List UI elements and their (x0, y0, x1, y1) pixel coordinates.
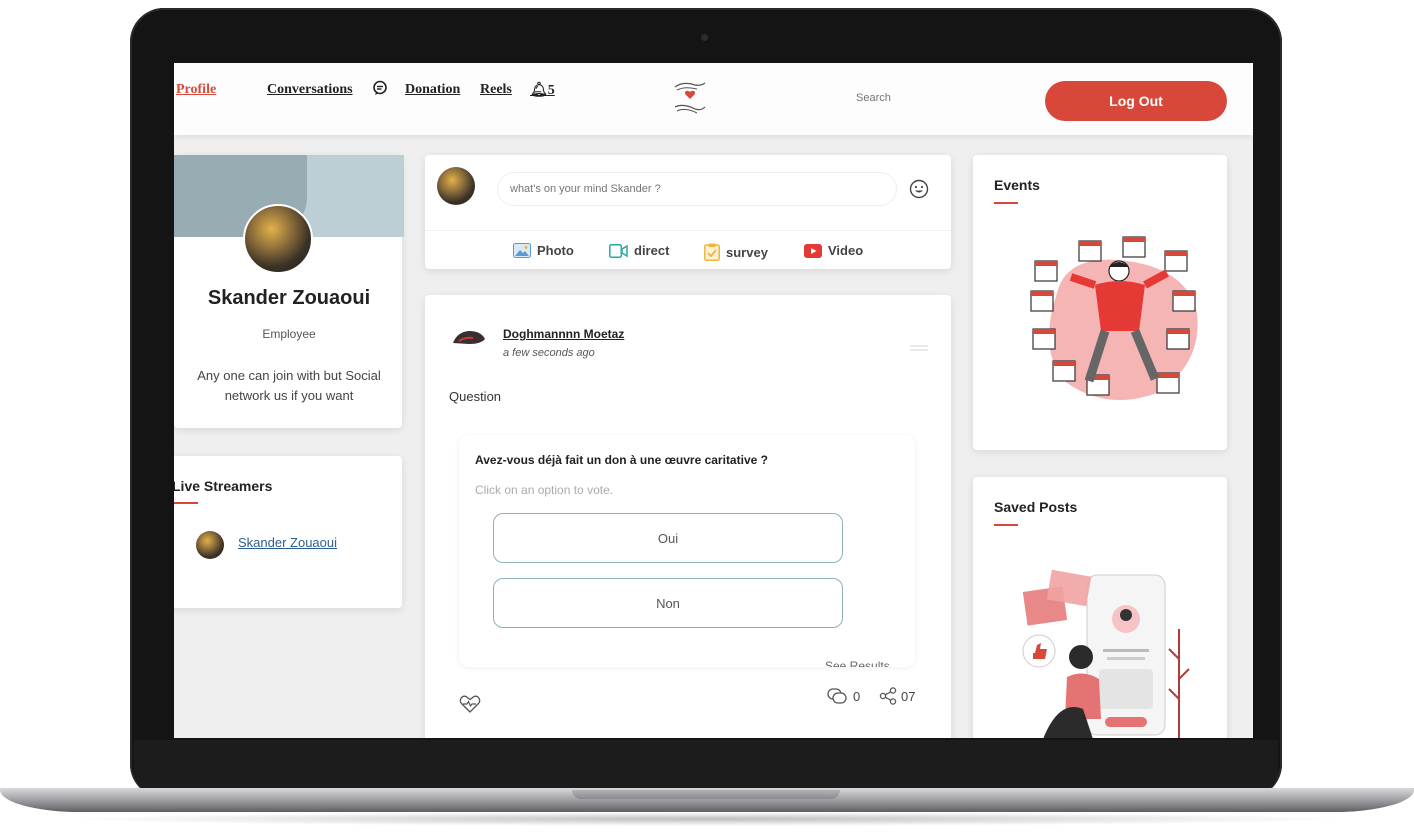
post-menu-icon[interactable] (909, 339, 929, 357)
profile-avatar[interactable] (243, 204, 313, 274)
nav-conversations-link[interactable]: Conversations (267, 82, 353, 98)
charity-logo[interactable] (669, 77, 711, 124)
laptop-shadow (60, 812, 1354, 826)
emoji-icon[interactable] (909, 179, 929, 204)
profile-name: Skander Zouaoui (207, 287, 371, 309)
search-input[interactable] (854, 91, 978, 105)
direct-label: direct (634, 243, 670, 258)
saved-posts-title: Saved Posts (994, 499, 1078, 515)
saved-posts-illustration (1003, 569, 1203, 738)
poll-hint: Click on an option to vote. (475, 483, 614, 497)
live-streamers-card: Live Streamers Skander Zouaoui (174, 456, 402, 608)
laptop-notch (572, 790, 840, 799)
logout-button[interactable]: Log Out (1045, 81, 1227, 121)
photo-action[interactable]: Photo (513, 243, 574, 258)
events-title: Events (994, 177, 1040, 193)
post-text: Question (449, 389, 502, 404)
chat-bubble-icon[interactable] (372, 80, 388, 100)
nav-profile-link[interactable]: Profile (176, 82, 216, 98)
survey-action[interactable]: survey (704, 243, 768, 261)
comments-icon (827, 688, 847, 704)
bell-icon: 🔔︎ (530, 83, 548, 98)
video-action[interactable]: Video (804, 243, 863, 258)
post-author[interactable]: Doghmannnn Moetaz (503, 327, 624, 341)
post-time: a few seconds ago (503, 347, 595, 359)
youtube-play-icon (804, 243, 822, 258)
top-navbar: Profile Conversations Donation Reels 🔔︎5… (174, 63, 1253, 135)
nav-reels-link[interactable]: Reels (480, 82, 512, 98)
shares-counter[interactable]: 07 (879, 687, 915, 705)
notifications-link[interactable]: 🔔︎5 (530, 82, 555, 99)
laptop-chin (134, 740, 1278, 792)
live-streamers-title: Live Streamers (174, 478, 273, 494)
clipboard-check-icon (704, 243, 720, 261)
title-underline (994, 202, 1018, 204)
author-avatar[interactable] (451, 329, 487, 352)
video-camera-icon (609, 243, 628, 258)
title-underline (994, 524, 1018, 526)
comments-counter[interactable]: 0 (827, 687, 860, 705)
post-composer: Photo direct survey Video (425, 155, 951, 269)
composer-avatar[interactable] (437, 167, 475, 205)
video-label: Video (828, 243, 864, 258)
survey-label: survey (726, 244, 768, 260)
notification-count: 5 (547, 83, 555, 98)
nav-donation-link[interactable]: Donation (405, 82, 460, 98)
webcam (701, 34, 708, 41)
photo-icon (513, 243, 531, 258)
profile-bio: Any one can join with but Social network… (197, 368, 381, 403)
poll-box: Avez-vous déjà fait un don à une œuvre c… (459, 435, 915, 667)
direct-action[interactable]: direct (609, 243, 669, 258)
events-illustration (1027, 233, 1207, 418)
streamer-avatar[interactable] (196, 531, 224, 559)
photo-label: Photo (537, 243, 574, 258)
poll-option-non[interactable]: Non (493, 578, 843, 628)
events-card: Events (973, 155, 1227, 450)
comments-count: 0 (853, 688, 861, 704)
profile-role: Employee (262, 327, 316, 341)
like-heart-icon[interactable] (459, 695, 481, 718)
post-card: Doghmannnn Moetaz a few seconds ago Ques… (425, 295, 951, 738)
see-results-link[interactable]: See Results (825, 659, 890, 667)
poll-question: Avez-vous déjà fait un don à une œuvre c… (475, 453, 768, 467)
share-icon (879, 687, 897, 705)
profile-card: Skander Zouaoui Employee Any one can joi… (174, 155, 404, 428)
streamer-link[interactable]: Skander Zouaoui (238, 535, 337, 550)
title-underline (174, 502, 198, 504)
app-screen: Profile Conversations Donation Reels 🔔︎5… (174, 63, 1253, 738)
poll-option-oui[interactable]: Oui (493, 513, 843, 563)
saved-posts-card: Saved Posts (973, 477, 1227, 738)
shares-count: 07 (901, 688, 916, 704)
composer-input[interactable] (497, 172, 897, 206)
